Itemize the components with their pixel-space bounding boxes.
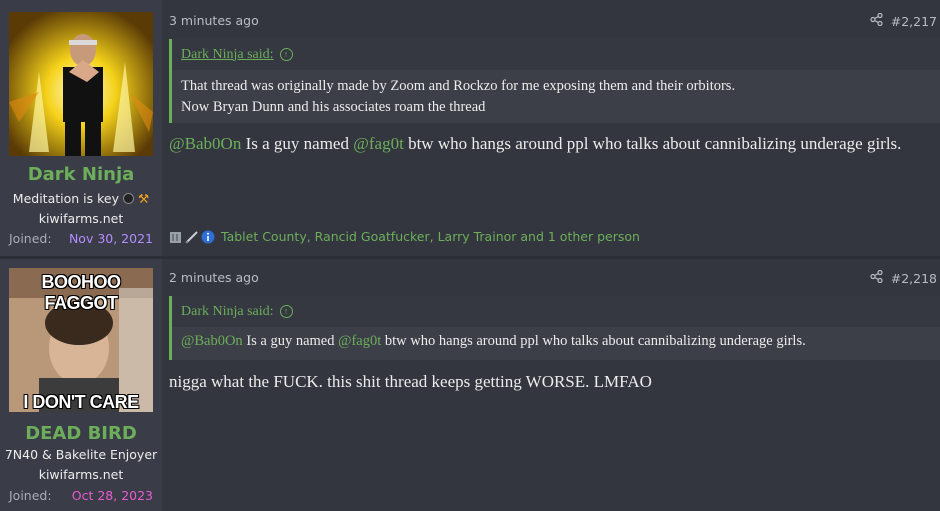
reactions-bar[interactable]: Tablet County, Rancid Goatfucker, Larry …: [169, 229, 640, 244]
tablet-icon: [169, 230, 183, 244]
ninja-emoji-icon: [122, 193, 134, 204]
message-text: Is a guy named: [241, 134, 354, 153]
user-title: 7N40 & Bakelite Enjoyer: [4, 447, 158, 462]
post-main: 2 minutes ago #2,218 Dark Ninja said: ↑ …: [162, 259, 940, 511]
quote-author[interactable]: Dark Ninja said:: [181, 47, 274, 63]
username[interactable]: Dark Ninja: [0, 164, 162, 185]
mention-link[interactable]: @fag0t: [353, 134, 404, 153]
post-time[interactable]: 2 minutes ago: [169, 270, 259, 285]
share-icon[interactable]: [870, 269, 883, 286]
mention-link[interactable]: @Bab0On: [181, 333, 243, 349]
joined-label: Joined:: [9, 488, 52, 503]
avatar-top-text: BOOHOO FAGGOT: [41, 272, 121, 313]
pencil-icon: [185, 230, 199, 244]
quote-line: Now Bryan Dunn and his associates roam t…: [181, 99, 486, 115]
post-meta-right: #2,218: [870, 269, 937, 286]
mention-link[interactable]: @Bab0On: [169, 134, 241, 153]
post-meta-right: #2,217: [870, 12, 937, 29]
joined-date: Nov 30, 2021: [68, 231, 153, 246]
quote-text: btw who hangs around ppl who talks about…: [381, 333, 806, 349]
key-emoji-icon: ⚒: [137, 191, 150, 206]
quote-body: @Bab0On Is a guy named @fag0t btw who ha…: [172, 327, 940, 358]
post-author-sidebar: BOOHOO FAGGOT I DON'T CARE DEAD BIRD 7N4…: [0, 259, 162, 511]
message-text: btw who hangs around ppl who talks about…: [403, 134, 902, 153]
post-2217: Dark Ninja Meditation is key ⚒ kiwifarms…: [0, 0, 940, 256]
user-title: Meditation is key ⚒: [0, 191, 162, 206]
username[interactable]: DEAD BIRD: [0, 423, 162, 444]
post-main: 3 minutes ago #2,217 Dark Ninja said: ↑ …: [162, 0, 940, 256]
avatar[interactable]: BOOHOO FAGGOT I DON'T CARE: [9, 268, 153, 412]
reaction-users[interactable]: Tablet County, Rancid Goatfucker, Larry …: [221, 229, 640, 244]
user-site: kiwifarms.net: [38, 467, 124, 482]
jump-up-icon[interactable]: ↑: [279, 305, 293, 318]
joined-label: Joined:: [9, 231, 52, 246]
post-2218: BOOHOO FAGGOT I DON'T CARE DEAD BIRD 7N4…: [0, 259, 940, 511]
post-author-sidebar: Dark Ninja Meditation is key ⚒ kiwifarms…: [0, 0, 162, 256]
joined-date: Oct 28, 2023: [71, 488, 153, 503]
quote-block: Dark Ninja said: ↑ That thread was origi…: [169, 39, 940, 123]
quote-text: Is a guy named: [242, 333, 339, 349]
jump-up-icon[interactable]: ↑: [279, 48, 293, 61]
quote-body: That thread was originally made by Zoom …: [172, 70, 940, 124]
quote-line: That thread was originally made by Zoom …: [181, 78, 736, 94]
post-time[interactable]: 3 minutes ago: [169, 13, 259, 28]
avatar-bottom-text: I DON'T CARE: [23, 392, 139, 412]
info-icon: [201, 230, 215, 244]
user-site: kiwifarms.net: [38, 211, 124, 226]
post-number[interactable]: #2,218: [891, 271, 937, 286]
mention-link[interactable]: @fag0t: [338, 333, 381, 349]
user-title-text: Meditation is key: [12, 191, 119, 206]
post-message: nigga what the FUCK. this shit thread ke…: [169, 372, 652, 391]
quote-author[interactable]: Dark Ninja said:: [181, 304, 274, 320]
post-number[interactable]: #2,217: [891, 14, 937, 29]
quote-block: Dark Ninja said: ↑ @Bab0On Is a guy name…: [169, 296, 940, 360]
quote-header[interactable]: Dark Ninja said: ↑: [172, 39, 940, 70]
quote-header[interactable]: Dark Ninja said: ↑: [172, 296, 940, 327]
avatar[interactable]: [9, 12, 153, 156]
post-message: @Bab0On Is a guy named @fag0t btw who ha…: [169, 132, 920, 155]
share-icon[interactable]: [870, 12, 883, 29]
